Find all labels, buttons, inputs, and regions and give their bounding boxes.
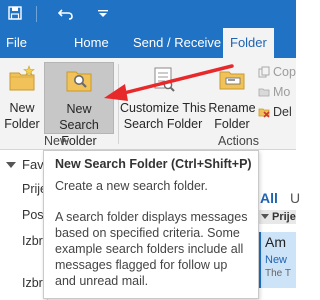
customize-search-folder-button[interactable]: Customize This Search Folder xyxy=(120,62,206,134)
group-label-actions: Actions xyxy=(218,134,259,148)
message-sender: Am xyxy=(265,234,286,250)
delete-folder-button[interactable]: Del xyxy=(258,105,292,119)
tooltip-new-search-folder: New Search Folder (Ctrl+Shift+P) Create … xyxy=(43,150,259,299)
move-folder-button[interactable]: Mo xyxy=(258,85,290,99)
undo-icon[interactable] xyxy=(58,6,74,20)
rename-folder-button[interactable]: Rename Folder xyxy=(208,62,256,134)
rename-folder-icon xyxy=(219,71,245,90)
tab-home[interactable]: Home xyxy=(74,28,109,58)
tab-folder[interactable]: Folder xyxy=(223,28,274,59)
tooltip-title: New Search Folder (Ctrl+Shift+P) xyxy=(55,157,252,171)
copy-folder-icon xyxy=(258,66,270,78)
new-folder-label-line2: Folder xyxy=(4,117,40,131)
delete-folder-icon xyxy=(258,108,270,118)
tab-file[interactable]: File xyxy=(6,28,27,58)
ribbon-tabs: File Home Send / Receive Folder xyxy=(0,28,296,59)
message-preview: The T xyxy=(265,268,291,279)
copy-folder-button[interactable]: Cop xyxy=(258,65,296,79)
new-folder-label-line1: New xyxy=(9,101,35,115)
new-folder-icon xyxy=(9,65,35,91)
search-folder-icon xyxy=(66,71,92,92)
message-group-label: Prije xyxy=(272,211,296,223)
tooltip-summary: Create a new search folder. xyxy=(55,179,208,193)
move-folder-icon xyxy=(258,88,270,97)
title-bar xyxy=(0,0,296,28)
ribbon: New Folder New Search Folder New Customi… xyxy=(0,58,296,150)
tooltip-description: A search folder displays messages based … xyxy=(55,210,248,288)
new-search-folder-label-line1: New Search xyxy=(59,102,99,132)
message-subject: New xyxy=(265,254,288,266)
group-collapse-icon xyxy=(261,214,269,219)
rename-folder-label-line2: Folder xyxy=(214,117,250,131)
message-group-header[interactable]: Prije xyxy=(258,210,296,224)
new-search-folder-button[interactable]: New Search Folder xyxy=(44,62,114,148)
group-separator xyxy=(118,64,119,144)
save-icon[interactable] xyxy=(8,6,22,20)
filter-all-tab[interactable]: All xyxy=(260,190,278,206)
qat-separator xyxy=(36,6,37,22)
collapse-triangle-icon xyxy=(6,162,16,168)
customize-search-folder-label-line1: Customize This xyxy=(120,101,206,115)
group-label-new: New xyxy=(44,134,70,148)
customize-qat-icon[interactable] xyxy=(98,10,108,18)
copy-folder-label: Cop xyxy=(273,65,296,79)
new-folder-button[interactable]: New Folder xyxy=(2,62,42,134)
move-folder-label: Mo xyxy=(273,85,291,99)
customize-search-folder-label-line2: Search Folder xyxy=(123,117,203,131)
message-list-item[interactable]: Am New The T xyxy=(258,232,296,288)
customize-search-folder-icon xyxy=(154,67,175,92)
tab-send-receive[interactable]: Send / Receive xyxy=(133,28,221,58)
filter-unread-tab[interactable]: U xyxy=(290,190,300,206)
delete-folder-label: Del xyxy=(273,105,292,119)
rename-folder-label-line1: Rename xyxy=(208,101,256,115)
